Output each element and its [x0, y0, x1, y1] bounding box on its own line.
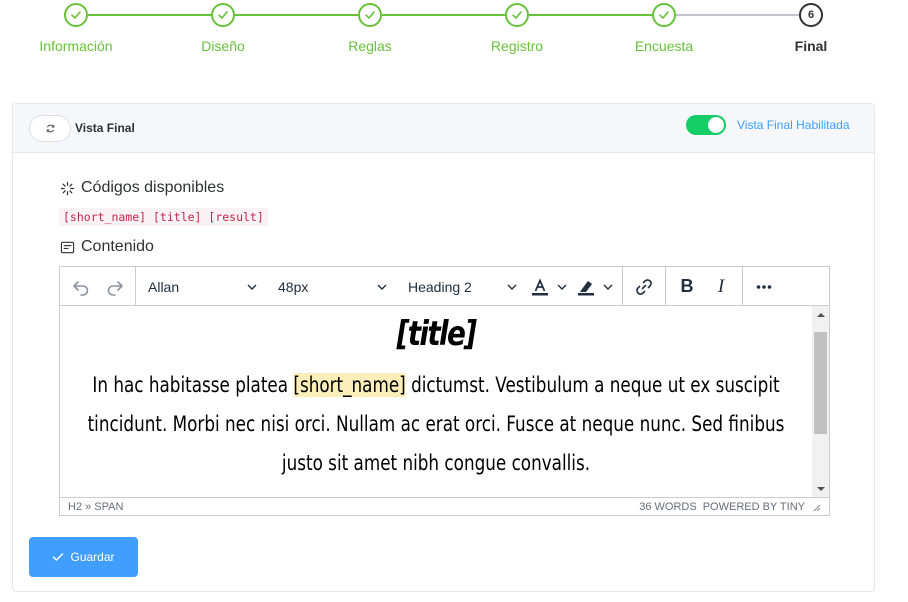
step-connector [676, 14, 799, 16]
chevron-down-icon [603, 284, 613, 290]
link-icon [636, 278, 652, 295]
document-paragraph[interactable]: In hac habitasse platea [short_name] dic… [60, 354, 812, 483]
chevron-down-icon [557, 284, 567, 290]
final-view-toggle[interactable] [686, 115, 726, 135]
bold-button[interactable]: B [670, 272, 704, 302]
history-group [60, 267, 136, 306]
block-format-value: Heading 2 [408, 278, 472, 295]
codes-heading-text: Códigos disponibles [81, 179, 225, 196]
content-heading-text: Contenido [81, 238, 154, 255]
font-family-value: Allan [148, 278, 180, 295]
save-button-label: Guardar [70, 550, 115, 564]
short-name-placeholder: [short_name] [293, 373, 406, 397]
block-format-select[interactable]: Heading 2 [396, 272, 526, 302]
available-codes: [short_name] [title] [result] [59, 208, 268, 226]
step-2-label: Diseño [201, 38, 245, 54]
redo-button[interactable] [98, 272, 132, 302]
font-size-value: 48px [278, 278, 309, 295]
step-5-check-icon[interactable] [652, 3, 676, 27]
step-1-label: Información [39, 38, 113, 54]
highlight-color-button[interactable] [572, 272, 618, 302]
step-5-label: Encuesta [634, 38, 694, 54]
refresh-button[interactable] [29, 115, 71, 142]
editor-content-area[interactable]: [title] In hac habitasse platea [short_n… [60, 306, 829, 497]
scroll-up-arrow-icon[interactable] [812, 306, 829, 323]
word-count[interactable]: 36 WORDS [639, 501, 696, 513]
final-view-card: Vista Final Vista Final Habilitada Códig… [12, 103, 875, 592]
scroll-down-arrow-icon[interactable] [812, 480, 829, 497]
redo-icon [107, 280, 123, 296]
document-title-placeholder[interactable]: [title] [397, 314, 477, 354]
step-connector [382, 14, 505, 16]
step-4-check-icon[interactable] [505, 3, 529, 27]
link-group [623, 267, 666, 306]
card-header: Vista Final Vista Final Habilitada [13, 104, 874, 153]
chevron-down-icon [377, 284, 387, 290]
style-group: B I [666, 267, 743, 306]
step-3-check-icon[interactable] [358, 3, 382, 27]
check-icon [53, 553, 64, 561]
content-heading: Contenido [60, 238, 154, 256]
undo-button[interactable] [64, 272, 98, 302]
scroll-thumb[interactable] [814, 332, 827, 434]
highlighter-icon [578, 280, 594, 295]
more-group [743, 267, 785, 306]
save-button[interactable]: Guardar [29, 537, 138, 577]
text-color-button[interactable] [526, 272, 572, 302]
more-dots-icon [756, 284, 772, 289]
insert-link-button[interactable] [627, 272, 661, 302]
step-1-check-icon[interactable] [64, 3, 88, 27]
step-6-number: 6 [807, 9, 815, 21]
text-color-icon [532, 277, 548, 295]
italic-button[interactable]: I [704, 272, 738, 302]
font-size-select[interactable]: 48px [266, 272, 396, 302]
loading-icon [60, 181, 75, 195]
format-selects: Allan 48px Heading 2 [136, 267, 623, 306]
undo-icon [73, 280, 89, 296]
step-2-check-icon[interactable] [211, 3, 235, 27]
final-view-toggle-label[interactable]: Vista Final Habilitada [737, 118, 850, 132]
step-6-label: Final [794, 38, 828, 54]
chevron-down-icon [247, 284, 257, 290]
step-connector [88, 14, 212, 16]
editor-statusbar: H2 » SPAN 36 WORDS POWERED BY TINY [60, 497, 829, 515]
font-family-select[interactable]: Allan [136, 272, 266, 302]
vertical-scrollbar[interactable] [812, 306, 829, 497]
step-connector [529, 14, 652, 16]
step-6-indicator[interactable]: 6 [799, 3, 823, 27]
more-options-button[interactable] [747, 272, 781, 302]
codes-heading: Códigos disponibles [60, 179, 224, 197]
card-title: Vista Final [75, 121, 135, 135]
statusbar-right: 36 WORDS POWERED BY TINY [639, 501, 821, 513]
step-connector [235, 14, 358, 16]
refresh-icon [46, 124, 54, 133]
chevron-down-icon [507, 284, 517, 290]
powered-by-link[interactable]: POWERED BY TINY [703, 501, 805, 513]
step-4-label: Registro [490, 38, 544, 54]
step-3-label: Reglas [348, 38, 392, 54]
document-icon [60, 241, 75, 253]
editor-toolbar: Allan 48px Heading 2 B I [60, 267, 829, 306]
editor-document[interactable]: [title] In hac habitasse platea [short_n… [60, 306, 812, 497]
paragraph-text: In hac habitasse platea [92, 373, 294, 397]
rich-text-editor: Allan 48px Heading 2 B I [title] In hac … [59, 266, 830, 516]
steps-progress: Información Diseño Reglas Registro Encue… [0, 0, 908, 70]
resize-handle-icon[interactable] [811, 502, 821, 512]
element-path[interactable]: H2 » SPAN [68, 501, 123, 513]
